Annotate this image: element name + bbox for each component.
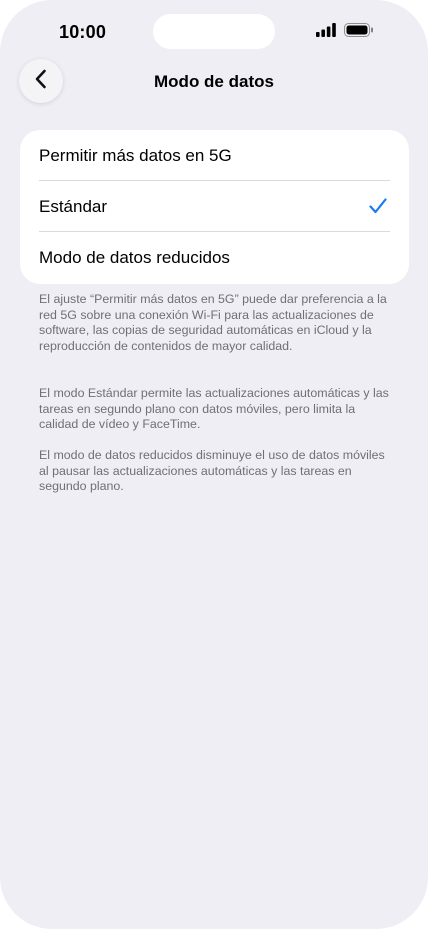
phone-screen: 10:00 Modo de datos Permitir más datos e… [0, 0, 428, 929]
back-button[interactable] [19, 59, 63, 103]
option-label: Modo de datos reducidos [39, 248, 230, 267]
data-mode-options-list: Permitir más datos en 5G Estándar Modo d… [20, 130, 409, 284]
option-standard[interactable]: Estándar [20, 181, 409, 232]
status-icons [316, 22, 374, 42]
option-label: Permitir más datos en 5G [39, 146, 232, 165]
dynamic-island [153, 14, 275, 49]
battery-icon [344, 22, 374, 42]
description-low-data: El modo de datos reducidos disminuye el … [39, 448, 385, 494]
option-allow-more-data-5g[interactable]: Permitir más datos en 5G [20, 130, 409, 181]
status-time: 10:00 [59, 22, 107, 42]
checkmark-icon [369, 197, 387, 215]
cellular-signal-icon [316, 22, 338, 42]
page-title: Modo de datos [154, 72, 274, 91]
description-standard: El modo Estándar permite las actualizaci… [39, 386, 389, 432]
option-label: Estándar [39, 197, 108, 216]
description-5g: El ajuste “Permitir más datos en 5G” pue… [39, 292, 387, 353]
option-low-data-mode[interactable]: Modo de datos reducidos [20, 232, 409, 283]
chevron-left-icon [34, 69, 48, 94]
